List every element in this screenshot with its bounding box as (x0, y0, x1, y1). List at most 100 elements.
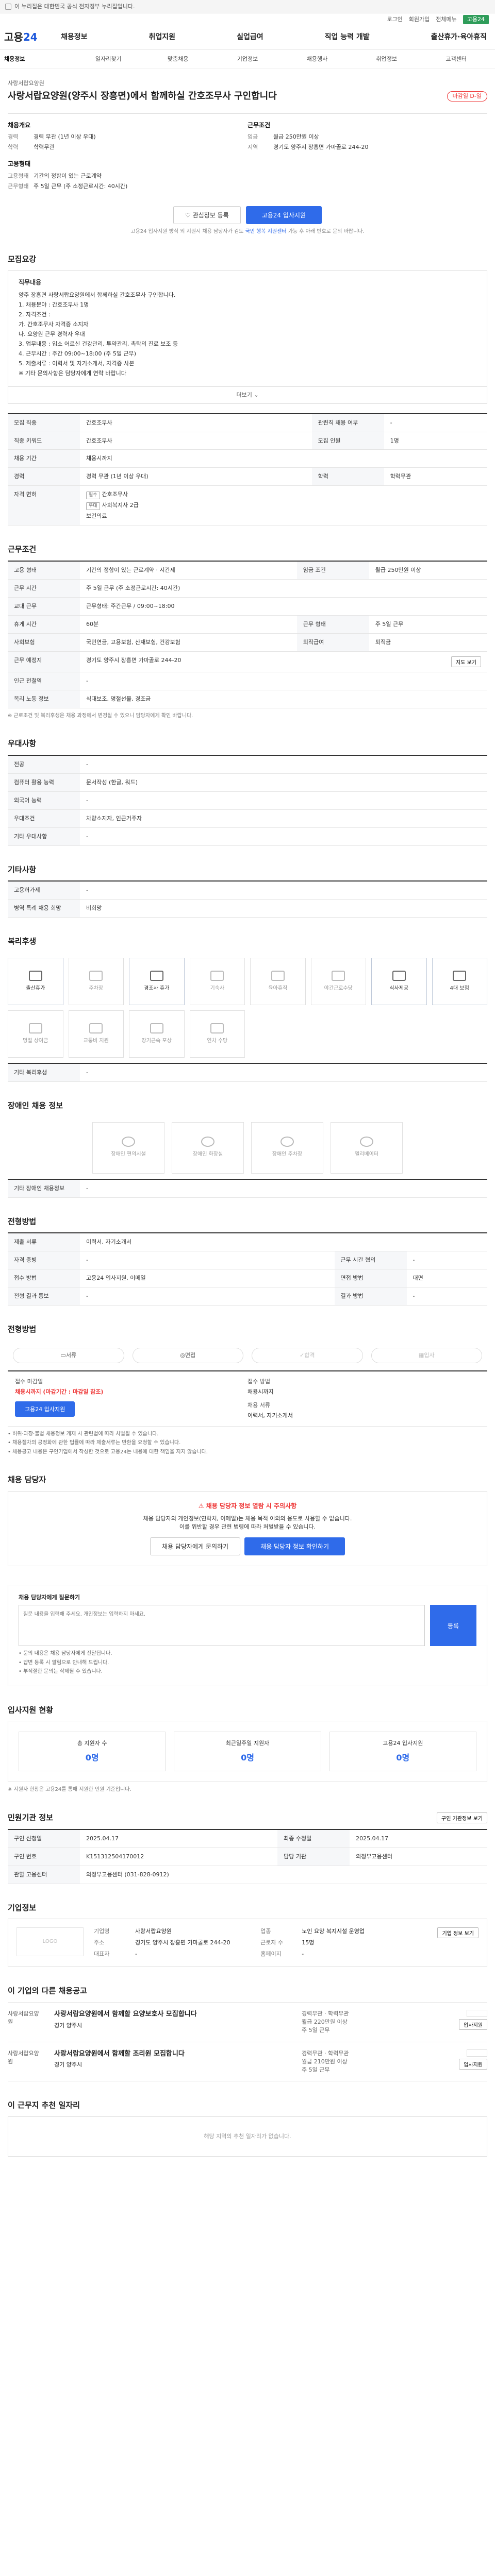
table-row: 직종 키워드 간호조무사 모집 인원 1명 (8, 432, 487, 450)
document-icon: ▭ (60, 1351, 66, 1359)
welfare-icon (210, 1023, 224, 1033)
gov-notice-text: 이 누리집은 대한민국 공식 전자정부 누리집입니다. (14, 3, 135, 10)
table-key: 모집 인원 (311, 432, 384, 450)
subnav-item[interactable]: 채용행사 (282, 55, 352, 63)
welfare-label: 야간근로수당 (324, 985, 353, 991)
related-meta: 경력무관 · 학력무관 (302, 2010, 349, 2017)
related-item[interactable]: 사랑서랍요양원 사랑서랍요양원에서 함께할 요양보호사 모집합니다 경기 양주시… (8, 2002, 487, 2042)
recruit-section: 모집요강 직무내용 양주 장흥면 사랑서랍요양원에서 함께하실 간호조무사 구인… (8, 254, 487, 526)
menu-unemployment[interactable]: 실업급여 (237, 32, 263, 42)
method-section: 전형방법 제출 서류 이력서, 자기소개서 자격 증빙 - 근무 시간 협의 - 접수 … (8, 1216, 487, 1306)
welfare-item: 장기근속 포상 (129, 1010, 185, 1058)
table-value: - (80, 881, 487, 900)
welfare-item: 기숙사 (189, 957, 245, 1005)
company-section: 기업정보 LOGO 기업명 사랑서랍요양원 업종 노인 요양 복지시설 운영업 주소 경… (8, 1903, 487, 1968)
welfare-label: 식사제공 (389, 985, 409, 991)
related-title[interactable]: 사랑서랍요양원에서 함께할 조리원 모집합니다 (54, 2049, 291, 2059)
map-button[interactable]: 지도 보기 (451, 656, 481, 667)
table-value: - (80, 1251, 335, 1270)
section-title: 기업정보 (8, 1903, 37, 1912)
subnav-item[interactable]: 채용정보 (4, 55, 74, 63)
related-item[interactable]: 사랑서랍요양원 사랑서랍요양원에서 함께할 조리원 모집합니다 경기 양주시 경… (8, 2041, 487, 2082)
menu-support[interactable]: 취업지원 (149, 32, 176, 42)
welfare-section: 복리후생 출산휴가 주차장 경조사 휴가 기숙사 육아휴직 야간근로수당 식사제공 4대 보험… (8, 936, 487, 1082)
table-row: 접수 방법 고용24 입사지원, 이메일 면접 방법 대면 (8, 1269, 487, 1288)
disability-label: 장애인 주차장 (272, 1151, 303, 1158)
table-value: 차량소지자, 인근거주자 (80, 809, 487, 828)
related-apply-button[interactable]: 입사지원 (459, 2019, 487, 2030)
table-key: 관련직 채용 여부 (311, 413, 384, 432)
subnav-item[interactable]: 취업정보 (352, 55, 421, 63)
site-logo[interactable]: 고용24 (4, 30, 61, 45)
welfare-icon (89, 1023, 103, 1033)
company-key: 업종 (260, 1928, 271, 1935)
table-value: 비희망 (80, 899, 487, 918)
apply-button-secondary[interactable]: 고용24 입사지원 (15, 1401, 75, 1417)
welfare-item: 출산휴가 (8, 957, 63, 1005)
subnav-item[interactable]: 고객센터 (421, 55, 491, 63)
table-value: 국민연금, 고용보험, 산재보험, 건강보험 (80, 633, 297, 652)
company-info-button[interactable]: 기업 정보 보기 (437, 1927, 478, 1939)
table-value: 간호조무사 (80, 432, 312, 450)
disability-label: 장애인 화장실 (192, 1151, 223, 1158)
table-value: - (80, 1287, 335, 1306)
table-key: 학력 (311, 467, 384, 486)
subnav-item[interactable]: 기업정보 (213, 55, 283, 63)
gov-mark-icon (467, 2049, 487, 2057)
welfare-item: 육아휴직 (250, 957, 306, 1005)
qa-submit-button[interactable]: 등록 (430, 1605, 476, 1647)
company-name: 사랑서랍요양원 (8, 80, 44, 87)
signup-link[interactable]: 회원가입 (409, 15, 430, 24)
ask-contact-button[interactable]: 채용 담당자에게 문의하기 (150, 1537, 241, 1556)
summary-key: 학력 (8, 144, 19, 151)
address-text: 경기도 양주시 장흥면 가마골로 244-20 (86, 656, 182, 664)
table-value: 60분 (80, 615, 297, 634)
table-value: 대면 (406, 1269, 487, 1288)
qa-input[interactable] (19, 1605, 425, 1647)
table-key: 자격 증빙 (8, 1251, 80, 1270)
menu-jobs[interactable]: 채용정보 (61, 32, 88, 42)
table-key: 휴게 시간 (8, 615, 80, 634)
pref-table: 전공 - 컴퓨터 활용 능력 문서작성 (한글, 워드) 외국어 능력 - 우대조건 차… (8, 754, 487, 846)
welfare-label: 명절 상여금 (23, 1038, 48, 1044)
all-menu-link[interactable]: 전체메뉴 (436, 15, 456, 24)
view-contact-button[interactable]: 채용 담당자 정보 확인하기 (244, 1537, 345, 1556)
subnav-item[interactable]: 맞춤채용 (143, 55, 213, 63)
qa-label: 채용 담당자에게 질문하기 (19, 1594, 80, 1601)
site-badge[interactable]: 고용24 (463, 15, 489, 24)
box-title: 직무내용 (19, 278, 42, 286)
note-link[interactable]: 국민 행복 지원센터 (245, 229, 287, 234)
stat-number: 0명 (241, 1753, 254, 1763)
org-info-button[interactable]: 구인 기관정보 보기 (437, 1812, 487, 1824)
login-link[interactable]: 로그인 (387, 15, 402, 24)
subnav-item[interactable]: 일자리찾기 (74, 55, 143, 63)
table-value: - (384, 413, 487, 432)
table-value: - (80, 672, 487, 690)
table-row: 제출 서류 이력서, 자기소개서 (8, 1233, 487, 1252)
interest-button[interactable]: ♡ 관심정보 등록 (173, 206, 241, 224)
bullet-text: • 답변 등록 시 알림으로 안내해 드립니다. (19, 1659, 109, 1666)
menu-training[interactable]: 직업 능력 개발 (325, 32, 370, 42)
related-apply-button[interactable]: 입사지원 (459, 2058, 487, 2070)
step-label: 면접 (185, 1351, 196, 1359)
desc-line: ※ 기타 문의사항은 담당자에게 연락 바랍니다 (19, 369, 126, 377)
table-row: 전형 결과 통보 - 결과 방법 - (8, 1287, 487, 1306)
bullet-text: • 부적절한 문의는 삭제될 수 있습니다. (19, 1669, 103, 1675)
welfare-icon (271, 970, 285, 981)
menu-parental-leave[interactable]: 출산휴가·육아휴직 (431, 32, 487, 42)
table-value: 기간의 정함이 있는 근로계약 · 시간제 (80, 561, 297, 580)
more-toggle[interactable]: 더보기 ⌄ (8, 386, 487, 404)
table-key: 경력 (8, 467, 80, 486)
table-row: 복리 노동 정보 식대보조, 명절선물, 경조금 (8, 690, 487, 708)
table-key: 채용 기간 (8, 449, 80, 468)
dday-badge: 마감일 D-일 (447, 91, 487, 101)
welfare-label: 4대 보험 (450, 985, 469, 991)
apply-button[interactable]: 고용24 입사지원 (245, 206, 322, 224)
company-value: 경기도 양주시 장흥면 가마골로 244-20 (135, 1939, 230, 1946)
desc-line: 2. 자격조건 : (19, 311, 51, 318)
related-title[interactable]: 사랑서랍요양원에서 함께할 요양보호사 모집합니다 (54, 2010, 291, 2020)
table-key: 사회보험 (8, 633, 80, 652)
gov-mark-icon (467, 2009, 487, 2017)
logo-number: 24 (23, 31, 38, 43)
summary-section-title: 고용형태 (8, 160, 31, 168)
